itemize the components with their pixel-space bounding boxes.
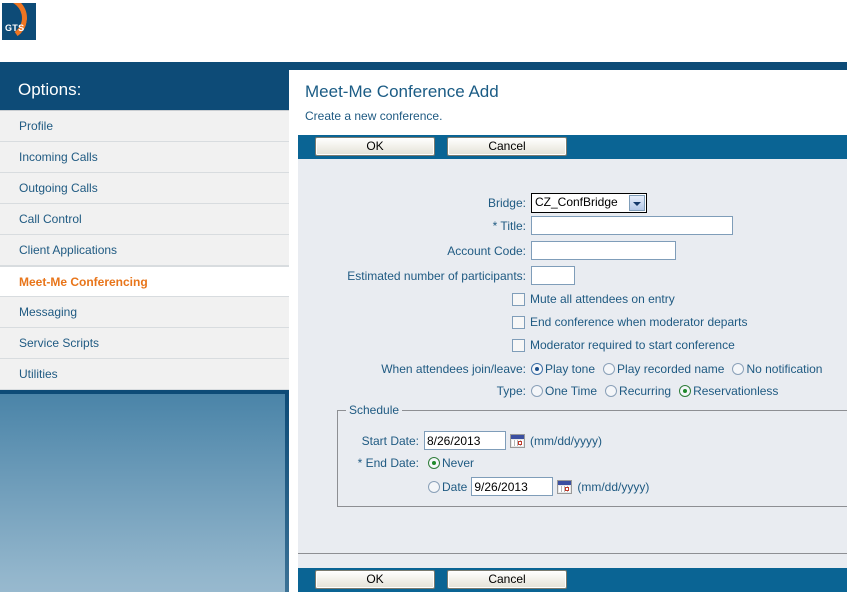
sidebar-item-utilities[interactable]: Utilities [0,359,289,390]
sidebar-item-service-scripts[interactable]: Service Scripts [0,328,289,359]
page-subtitle: Create a new conference. [305,109,443,123]
content-header: Meet-Me Conference Add Create a new conf… [298,70,847,135]
field-row-account-code: Account Code: [337,241,777,260]
sidebar-item-label: Incoming Calls [19,150,98,164]
checkbox-row-end-conference[interactable]: End conference when moderator departs [512,315,747,329]
checkbox-moderator-required[interactable] [512,338,525,352]
content-panel: Meet-Me Conference Add Create a new conf… [298,70,847,592]
participants-label: Estimated number of participants: [347,268,526,283]
radio-reservationless[interactable] [679,385,692,397]
gts-logo: GTS [2,3,36,40]
sidebar-item-profile[interactable]: Profile [0,111,289,142]
sidebar-item-messaging[interactable]: Messaging [0,297,289,328]
header-bar: GTS [0,0,847,62]
top-action-bar: OK Cancel [298,135,847,159]
sidebar-item-incoming-calls[interactable]: Incoming Calls [0,142,289,173]
sidebar-item-call-control[interactable]: Call Control [0,204,289,235]
radio-one-time[interactable] [531,385,543,397]
account-code-input[interactable] [531,241,676,260]
participants-input[interactable] [531,266,575,285]
radio-end-date-never[interactable] [428,457,440,469]
field-row-join-leave: When attendees join/leave: Play tone Pla… [337,362,830,376]
radio-label: Recurring [619,384,672,398]
app-window: GTS Options: Profile Incoming Calls Outg… [0,0,847,592]
page-title: Meet-Me Conference Add [305,82,499,101]
sidebar-item-label: Call Control [19,212,82,226]
title-label: * Title: [492,218,526,233]
account-code-label: Account Code: [447,243,526,258]
radio-recurring[interactable] [605,385,618,397]
checkbox-row-mute-all[interactable]: Mute all attendees on entry [512,292,675,306]
radio-play-tone[interactable] [531,363,543,375]
radio-no-notification[interactable] [732,363,745,375]
sidebar-right-edge [285,394,289,592]
radio-label: No notification [746,362,823,376]
type-label: Type: [496,384,526,398]
bottom-action-bar: OK Cancel [298,568,847,592]
cancel-button-top[interactable]: Cancel [447,137,567,156]
field-row-bridge: Bridge: CZ_ConfBridge [337,193,737,213]
end-date-input[interactable] [471,477,554,496]
sidebar: Options: Profile Incoming Calls Outgoing… [0,62,289,592]
sidebar-item-label: Messaging [19,305,78,319]
sidebar-item-label: Service Scripts [19,336,100,350]
field-row-end-date-never: * End Date: Never [338,456,482,470]
checkbox-label: End conference when moderator departs [530,315,748,329]
checkbox-label: Mute all attendees on entry [530,292,675,306]
title-input[interactable] [531,216,733,235]
form-separator [298,553,847,554]
radio-end-date-date[interactable] [428,480,440,493]
schedule-legend: Schedule [346,403,403,417]
sidebar-item-label: Profile [19,119,54,133]
cancel-button-bottom[interactable]: Cancel [447,570,567,589]
checkbox-row-moderator-required[interactable]: Moderator required to start conference [512,338,735,352]
start-date-input[interactable] [424,431,506,450]
radio-play-recorded-name[interactable] [603,363,616,375]
sidebar-title: Options: [18,80,82,99]
sidebar-item-outgoing-calls[interactable]: Outgoing Calls [0,173,289,204]
sidebar-item-label: Meet-Me Conferencing [19,275,148,289]
sidebar-item-client-applications[interactable]: Client Applications [0,235,289,266]
radio-label: Play tone [545,362,596,376]
field-row-end-date-date: Date (mm/dd/yyyy) [338,477,649,496]
end-date-format-hint: (mm/dd/yyyy) [577,479,650,494]
sidebar-item-label: Utilities [19,367,58,381]
chevron-down-icon[interactable] [629,195,645,211]
start-date-format-hint: (mm/dd/yyyy) [530,433,602,448]
sidebar-menu: Profile Incoming Calls Outgoing Calls Ca… [0,110,289,390]
calendar-icon-end-date[interactable] [557,479,573,494]
radio-label: One Time [545,384,598,398]
radio-label: Never [442,456,475,470]
ok-button-top[interactable]: OK [315,137,435,156]
calendar-icon-start-date[interactable] [510,433,525,448]
radio-label: Reservationless [693,384,779,398]
radio-label: Date [442,479,468,494]
sidebar-item-label: Client Applications [19,243,118,257]
end-date-label: * End Date: [357,456,419,470]
logo-text: GTS [5,23,25,33]
bridge-select[interactable]: CZ_ConfBridge [531,193,647,213]
field-row-type: Type: One Time Recurring Reservationless [337,384,786,398]
checkbox-label: Moderator required to start conference [530,338,735,352]
field-row-start-date: Start Date: (mm/dd/yyyy) [338,431,602,450]
field-row-title: * Title: [337,216,777,235]
ok-button-bottom[interactable]: OK [315,570,435,589]
checkbox-mute-all-attendees[interactable] [512,292,525,306]
join-leave-label: When attendees join/leave: [381,362,526,376]
bridge-selected-value: CZ_ConfBridge [535,195,618,209]
sidebar-gradient-filler [0,394,289,592]
bridge-label: Bridge: [487,196,526,210]
sidebar-item-label: Outgoing Calls [19,181,98,195]
sidebar-item-meet-me-conferencing[interactable]: Meet-Me Conferencing [0,266,289,297]
checkbox-end-conference-moderator-departs[interactable] [512,315,525,329]
field-row-participants: Estimated number of participants: [337,266,777,285]
start-date-label: Start Date: [361,433,419,448]
radio-label: Play recorded name [617,362,725,376]
schedule-fieldset: Schedule Start Date: (mm/dd/yyyy) * End … [337,403,847,507]
